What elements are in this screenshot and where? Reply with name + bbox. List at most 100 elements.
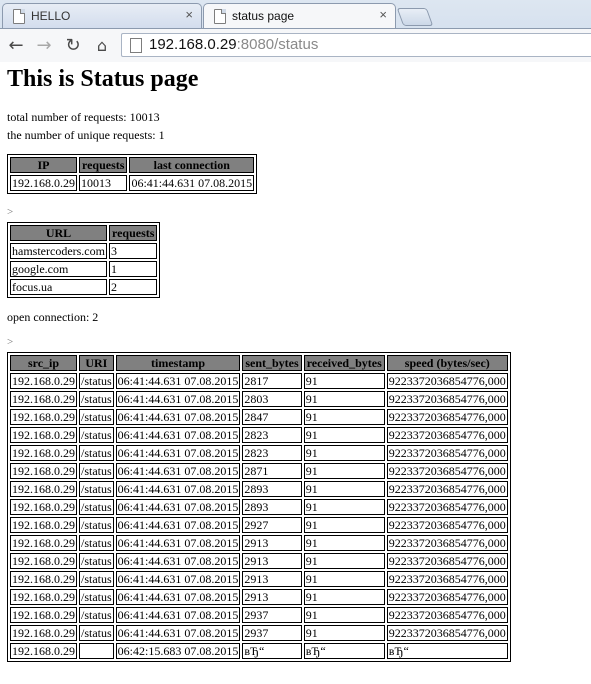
table-cell: 2937	[242, 607, 302, 623]
table-cell: 06:41:44.631 07.08.2015	[115, 571, 241, 587]
page-icon	[130, 38, 142, 53]
column-header: last connection	[129, 157, 255, 173]
tab-status-page[interactable]: status page ×	[203, 3, 396, 28]
forward-arrow-icon[interactable]: →	[33, 34, 55, 56]
table-cell: /status	[79, 553, 114, 569]
table-cell: 9223372036854776,000	[386, 607, 508, 623]
table-cell: 9223372036854776,000	[386, 517, 508, 533]
table-cell: 192.168.0.29	[10, 589, 77, 605]
table-cell: /status	[79, 607, 114, 623]
table-cell: 192.168.0.29	[10, 481, 77, 497]
table-cell: 192.168.0.29	[10, 175, 77, 191]
table-row: google.com 1	[10, 261, 158, 277]
tab-title: HELLO	[31, 9, 71, 23]
table-cell: 9223372036854776,000	[386, 499, 508, 515]
table-cell: 91	[303, 391, 385, 407]
table-cell: 1	[108, 261, 158, 277]
table-cell: 91	[303, 517, 385, 533]
table-row: 192.168.0.29/status 06:41:44.631 07.08.20…	[10, 571, 508, 587]
ip-table: IP requests last connection 192.168.0.29 100…	[7, 154, 258, 194]
column-header: src_ip	[10, 355, 77, 371]
column-header: received_bytes	[303, 355, 385, 371]
table-row: 192.168.0.29/status 06:41:44.631 07.08.20…	[10, 625, 508, 641]
separator: >	[7, 336, 14, 348]
table-cell: 2803	[242, 391, 302, 407]
header-row: src_ip URI timestamp sent_bytes received_byt…	[10, 355, 508, 371]
table-cell: 91	[303, 571, 385, 587]
close-icon[interactable]: ×	[379, 7, 387, 23]
page-icon	[214, 9, 226, 24]
table-cell: 91	[303, 589, 385, 605]
table-cell: 2893	[242, 481, 302, 497]
table-cell: /status	[79, 427, 114, 443]
table-cell: 2871	[242, 463, 302, 479]
table-cell: /status	[79, 409, 114, 425]
table-cell: 06:41:44.631 07.08.2015	[115, 427, 241, 443]
column-header: URI	[79, 355, 114, 371]
table-cell: 2913	[242, 589, 302, 605]
table-cell: /status	[79, 463, 114, 479]
separator: >	[7, 206, 14, 218]
header-row: IP requests last connection	[10, 157, 255, 173]
url-host: 192.168.0.29	[149, 36, 237, 53]
table-cell: 192.168.0.29	[10, 535, 77, 551]
new-tab-button[interactable]	[396, 8, 434, 26]
table-cell: 9223372036854776,000	[386, 409, 508, 425]
table-cell: 91	[303, 445, 385, 461]
table-cell: 192.168.0.29	[10, 391, 77, 407]
table-row: 192.168.0.29/status 06:41:44.631 07.08.20…	[10, 463, 508, 479]
table-cell: /status	[79, 517, 114, 533]
table-row: hamstercoders.com 3	[10, 243, 158, 259]
table-row: 192.168.0.29/status 06:41:44.631 07.08.20…	[10, 445, 508, 461]
tab-hello[interactable]: HELLO ×	[2, 3, 202, 28]
reload-icon[interactable]: ↻	[62, 34, 84, 56]
table-cell: 9223372036854776,000	[386, 553, 508, 569]
table-cell: 192.168.0.29	[10, 445, 77, 461]
table-cell: 91	[303, 463, 385, 479]
table-cell: /status	[79, 625, 114, 641]
table-row: 192.168.0.29/status 06:41:44.631 07.08.20…	[10, 427, 508, 443]
address-bar[interactable]: 192.168.0.29:8080/status	[121, 33, 591, 57]
url-table: URL requests hamstercoders.com 3 google.com 1…	[7, 222, 161, 298]
table-cell: 06:41:44.631 07.08.2015	[115, 607, 241, 623]
table-cell: вЂ“	[242, 643, 302, 659]
table-cell: 91	[303, 481, 385, 497]
table-cell: 2823	[242, 427, 302, 443]
table-cell: 91	[303, 535, 385, 551]
table-cell: 9223372036854776,000	[386, 589, 508, 605]
table-cell: 06:41:44.631 07.08.2015	[115, 409, 241, 425]
url-port-path: :8080/status	[236, 36, 319, 53]
table-cell: 2	[108, 279, 158, 295]
table-cell: 06:41:44.631 07.08.2015	[115, 625, 241, 641]
table-row: 192.168.0.29/status 06:41:44.631 07.08.20…	[10, 409, 508, 425]
table-cell: 9223372036854776,000	[386, 445, 508, 461]
column-header: speed (bytes/sec)	[386, 355, 508, 371]
table-cell: 3	[108, 243, 158, 259]
table-row: 192.168.0.29/status 06:41:44.631 07.08.20…	[10, 517, 508, 533]
table-cell: 91	[303, 553, 385, 569]
table-cell: 2823	[242, 445, 302, 461]
table-cell: focus.ua	[10, 279, 107, 295]
table-row: focus.ua 2	[10, 279, 158, 295]
close-icon[interactable]: ×	[185, 7, 193, 23]
table-cell: 06:41:44.631 07.08.2015	[115, 589, 241, 605]
table-cell: 06:41:44.631 07.08.2015	[115, 499, 241, 515]
table-cell: 9223372036854776,000	[386, 625, 508, 641]
table-cell: 9223372036854776,000	[386, 373, 508, 389]
tab-title: status page	[232, 9, 295, 23]
table-cell: 06:41:44.631 07.08.2015	[115, 445, 241, 461]
tab-strip: HELLO × status page ×	[0, 0, 591, 28]
table-cell: вЂ“	[386, 643, 508, 659]
back-arrow-icon[interactable]: ←	[5, 34, 27, 56]
table-cell: /status	[79, 481, 114, 497]
table-cell: 192.168.0.29	[10, 463, 77, 479]
table-row: 192.168.0.29/status 06:41:44.631 07.08.20…	[10, 373, 508, 389]
home-icon[interactable]: ⌂	[91, 34, 113, 56]
table-cell: вЂ“	[303, 643, 385, 659]
table-cell: 9223372036854776,000	[386, 481, 508, 497]
column-header: requests	[79, 157, 128, 173]
table-cell: 06:41:44.631 07.08.2015	[115, 373, 241, 389]
table-row: 192.168.0.29/status 06:41:44.631 07.08.20…	[10, 607, 508, 623]
column-header: URL	[10, 225, 107, 241]
page-title: This is Status page	[7, 66, 199, 92]
